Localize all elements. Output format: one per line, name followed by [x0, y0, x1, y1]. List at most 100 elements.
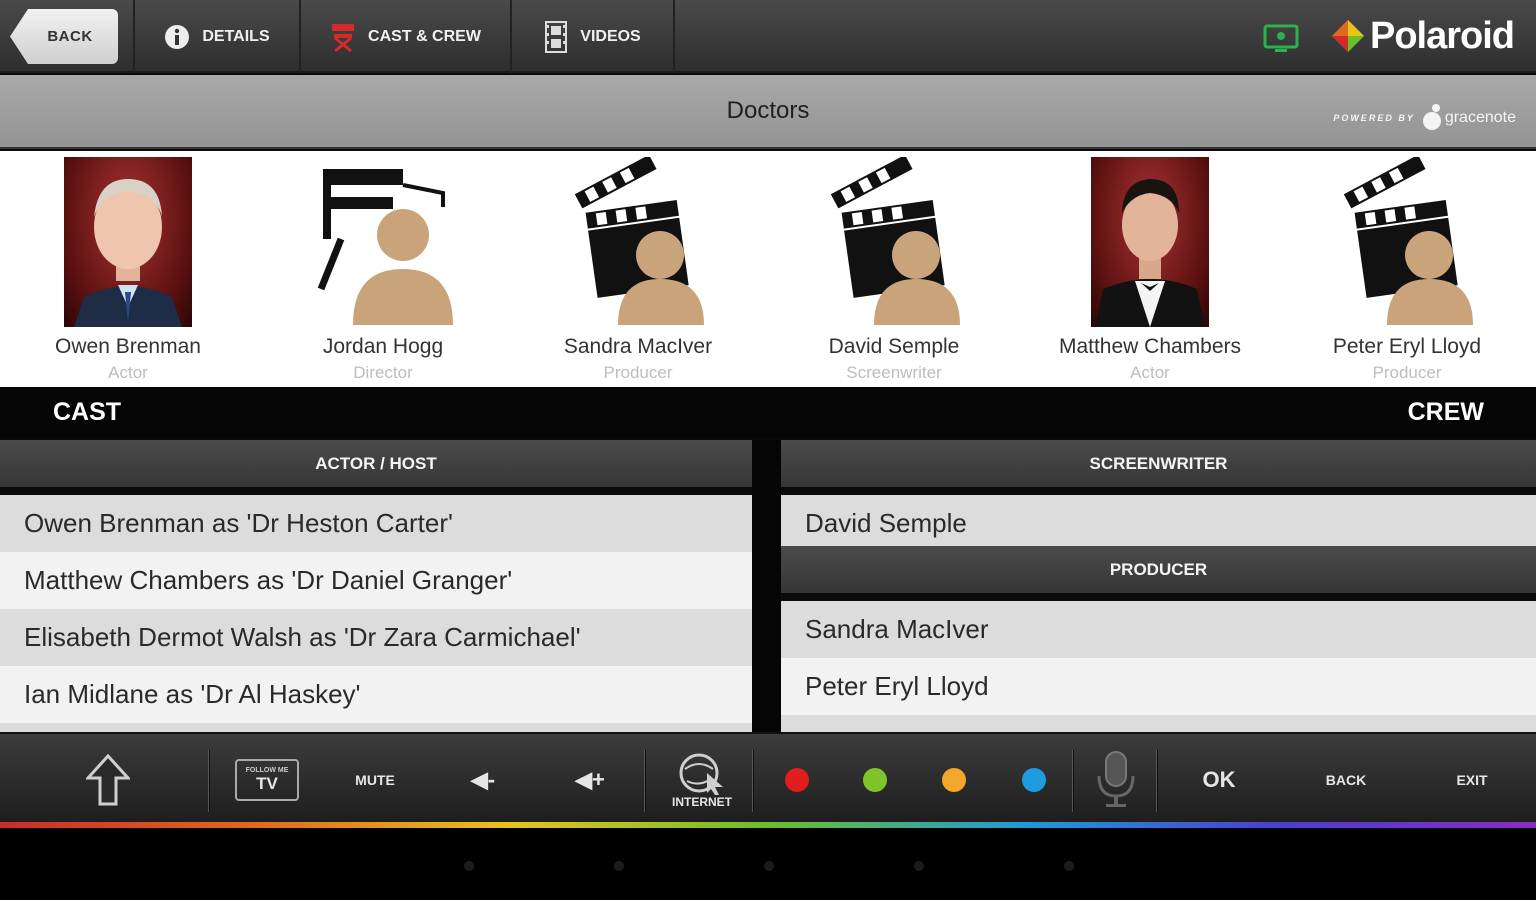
cast-row[interactable]: Elisabeth Dermot Walsh as 'Dr Zara Carmi… — [0, 609, 752, 666]
ok-button[interactable]: OK — [1190, 734, 1248, 826]
tv-badge-label: TV — [256, 773, 278, 793]
tab-details-label: DETAILS — [202, 27, 270, 45]
gallery-item[interactable]: Owen Brenman Actor — [18, 157, 238, 383]
director-chair-person-icon — [313, 157, 453, 327]
globe-cursor-icon — [679, 753, 723, 795]
provider-name: gracenote — [1444, 109, 1516, 126]
tab-cast-crew-label: CAST & CREW — [368, 27, 481, 45]
tab-cast-crew[interactable]: CAST & CREW — [299, 0, 510, 73]
screenwriter-header: SCREENWRITER — [781, 440, 1536, 487]
separator — [644, 750, 646, 812]
separator — [208, 750, 210, 812]
person-role: Actor — [1130, 363, 1170, 382]
gallery-item[interactable]: Matthew Chambers Actor — [1040, 157, 1260, 383]
film-strip-icon — [544, 20, 568, 53]
top-nav-bar: BACK DETAILS CAST & CREW VIDEOS Polaroid — [0, 0, 1536, 73]
cast-crew-gallery: Owen Brenman Actor Jordan Hogg Director — [0, 151, 1536, 387]
info-icon — [164, 24, 190, 50]
tab-videos-label: VIDEOS — [580, 27, 641, 45]
person-name: Jordan Hogg — [322, 335, 444, 358]
separator — [1072, 750, 1074, 812]
cast-heading: CAST — [53, 398, 122, 426]
internet-button[interactable]: INTERNET — [660, 734, 744, 826]
column-divider — [752, 440, 781, 732]
crew-row[interactable]: Sandra MacIver — [781, 601, 1536, 658]
clapperboard-person-icon — [824, 154, 964, 327]
system-dot — [1064, 861, 1074, 871]
gallery-item[interactable]: David Semple Screenwriter — [784, 154, 1004, 383]
arrow-up-icon — [86, 754, 130, 806]
system-dot — [614, 861, 624, 871]
person-photo — [64, 157, 192, 327]
exit-button[interactable]: EXIT — [1442, 734, 1502, 826]
yellow-dot — [942, 768, 966, 792]
microphone-icon — [1097, 751, 1135, 807]
green-button[interactable] — [852, 734, 898, 826]
remote-back-button[interactable]: BACK — [1314, 734, 1378, 826]
separator — [1156, 750, 1158, 812]
separator — [752, 750, 754, 812]
section-header-bar: CAST CREW — [0, 387, 1536, 437]
tab-details[interactable]: DETAILS — [133, 0, 299, 73]
person-role: Producer — [603, 363, 673, 382]
polaroid-logo: Polaroid — [1330, 14, 1515, 58]
tv-badge: FOLLOW ME TV — [235, 759, 299, 801]
gracenote-logo-icon — [1422, 104, 1441, 130]
producer-header: PRODUCER — [781, 546, 1536, 593]
cast-row[interactable]: Ian Midlane as 'Dr Al Haskey' — [0, 666, 752, 723]
green-dot — [863, 768, 887, 792]
person-photo — [1091, 157, 1209, 327]
director-chair-icon — [330, 22, 356, 52]
up-button[interactable] — [60, 734, 156, 826]
internet-label: INTERNET — [672, 795, 732, 809]
blue-button[interactable] — [1011, 734, 1057, 826]
gallery-item[interactable]: Peter Eryl Lloyd Producer — [1297, 154, 1517, 383]
tab-videos[interactable]: VIDEOS — [510, 0, 675, 73]
tv-badge-caption: FOLLOW ME — [245, 766, 289, 774]
person-role: Actor — [108, 363, 148, 382]
gallery-item[interactable]: Jordan Hogg Director — [273, 157, 493, 383]
page-title: Doctors — [726, 97, 810, 124]
person-role: Screenwriter — [846, 363, 942, 382]
crew-row[interactable]: David Semple — [781, 495, 1536, 552]
volume-up-button[interactable]: ◀+ — [555, 734, 625, 826]
yellow-button[interactable] — [931, 734, 977, 826]
system-dot — [464, 861, 474, 871]
person-name: Peter Eryl Lloyd — [1332, 335, 1482, 358]
person-name: Matthew Chambers — [1058, 335, 1242, 358]
person-role: Director — [353, 363, 413, 382]
microphone-button[interactable] — [1088, 734, 1144, 826]
person-name: David Semple — [828, 335, 960, 358]
remote-control-bar: FOLLOW ME TV MUTE ◀- ◀+ INTERNET OK BACK… — [0, 732, 1536, 824]
brand-name: Polaroid — [1370, 14, 1515, 57]
powered-by-label: POWERED BY — [1333, 113, 1415, 123]
clapperboard-person-icon — [568, 154, 708, 327]
volume-down-button[interactable]: ◀- — [448, 734, 518, 826]
system-dot — [914, 861, 924, 871]
clapperboard-person-icon — [1337, 154, 1477, 327]
person-role: Producer — [1372, 363, 1442, 382]
blue-dot — [1022, 768, 1046, 792]
powered-by-badge: POWERED BY gracenote — [1333, 103, 1516, 133]
system-nav-bar — [0, 828, 1536, 900]
gallery-item[interactable]: Sandra MacIver Producer — [528, 154, 748, 383]
cast-row[interactable]: Matthew Chambers as 'Dr Daniel Granger' — [0, 552, 752, 609]
title-bar: Doctors POWERED BY gracenote — [0, 75, 1536, 149]
list-edge — [0, 723, 752, 732]
person-name: Owen Brenman — [55, 335, 201, 358]
follow-me-tv-button[interactable]: FOLLOW ME TV — [230, 734, 304, 826]
red-dot — [785, 768, 809, 792]
system-dot — [764, 861, 774, 871]
polaroid-diamond-icon — [1332, 20, 1364, 52]
app-window: BACK DETAILS CAST & CREW VIDEOS Polaroid… — [0, 0, 1536, 900]
actor-host-header: ACTOR / HOST — [0, 440, 752, 487]
tv-screen-icon[interactable] — [1263, 24, 1299, 54]
list-edge — [781, 715, 1536, 732]
red-button[interactable] — [774, 734, 820, 826]
back-button[interactable]: BACK — [10, 9, 118, 64]
person-name: Sandra MacIver — [563, 335, 713, 358]
crew-heading: CREW — [1407, 398, 1484, 426]
cast-row[interactable]: Owen Brenman as 'Dr Heston Carter' — [0, 495, 752, 552]
crew-row[interactable]: Peter Eryl Lloyd — [781, 658, 1536, 715]
mute-button[interactable]: MUTE — [340, 734, 410, 826]
